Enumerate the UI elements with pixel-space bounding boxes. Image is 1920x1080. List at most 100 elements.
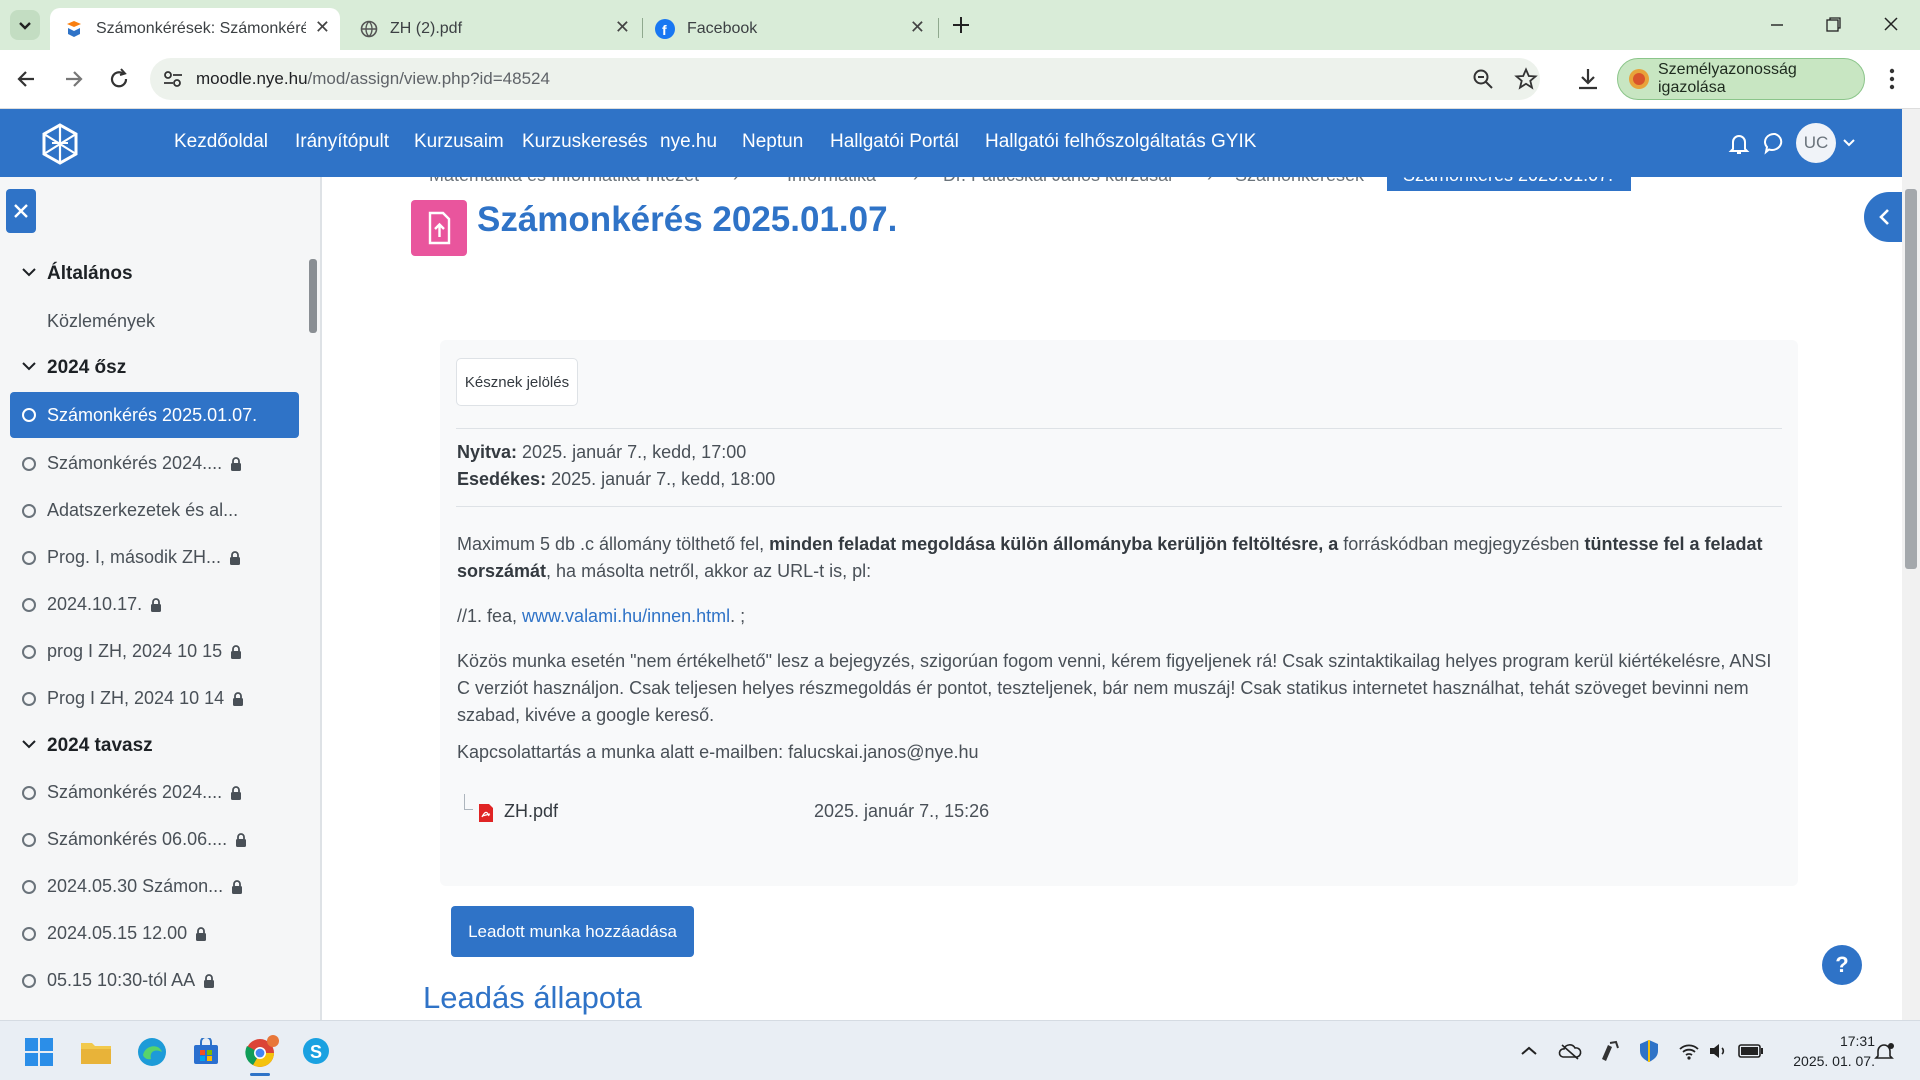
tab-zh-pdf[interactable]: ZH (2).pdf ✕ xyxy=(350,8,640,50)
windows-start-icon[interactable] xyxy=(25,1038,53,1066)
sidebar-item[interactable]: 05.15 10:30-tól AA xyxy=(22,970,282,994)
page-scroll-thumb[interactable] xyxy=(1905,189,1917,569)
sidebar-item-active[interactable]: Számonkérés 2025.01.07. xyxy=(10,392,299,438)
chrome-taskbar-icon[interactable] xyxy=(244,1035,280,1069)
sidebar-scroll-thumb[interactable] xyxy=(309,259,317,333)
sidebar-item[interactable]: prog I ZH, 2024 10 15 xyxy=(22,641,282,665)
nye-logo-icon[interactable] xyxy=(40,123,80,165)
section-toggle-icon[interactable] xyxy=(22,361,36,371)
completion-circle-icon xyxy=(22,645,36,659)
breadcrumb-separator-icon: › xyxy=(913,177,919,186)
tray-chevron-up-icon[interactable] xyxy=(1520,1045,1538,1057)
nav-link-neptun[interactable]: Neptun xyxy=(742,131,803,153)
skype-icon[interactable]: S xyxy=(302,1037,330,1065)
svg-text:f: f xyxy=(662,22,667,38)
profile-avatar-icon xyxy=(1628,68,1650,90)
address-bar[interactable]: moodle.nye.hu/mod/assign/view.php?id=485… xyxy=(150,58,1540,100)
download-icon[interactable] xyxy=(1575,66,1601,92)
minimize-button[interactable] xyxy=(1762,12,1792,38)
wifi-icon[interactable] xyxy=(1678,1041,1700,1061)
edge-browser-icon[interactable] xyxy=(137,1037,167,1067)
tab-search-button[interactable] xyxy=(10,10,40,40)
notification-center-icon[interactable] xyxy=(1874,1042,1896,1062)
onedrive-icon[interactable] xyxy=(1558,1041,1582,1061)
attachment-link[interactable]: ZH.pdf xyxy=(504,801,558,822)
identity-verification-button[interactable]: Személyazonosság igazolása xyxy=(1617,58,1865,100)
notifications-bell-icon[interactable] xyxy=(1728,131,1750,155)
microsoft-store-icon[interactable] xyxy=(192,1038,220,1066)
forward-button[interactable] xyxy=(58,64,88,94)
breadcrumb-item[interactable]: Matematika és Informatika Intézet xyxy=(429,177,699,186)
sidebar-item[interactable]: Számonkérés 06.06.... xyxy=(22,829,282,853)
completion-circle-icon xyxy=(22,833,36,847)
security-shield-icon[interactable] xyxy=(1638,1038,1660,1064)
close-tab-icon[interactable]: ✕ xyxy=(910,17,925,38)
close-tab-icon[interactable]: ✕ xyxy=(615,17,630,38)
zoom-icon[interactable] xyxy=(1472,68,1494,90)
section-toggle-icon[interactable] xyxy=(22,739,36,749)
sidebar-item[interactable]: 2024.05.15 12.00 xyxy=(22,923,282,947)
close-drawer-button[interactable] xyxy=(6,189,36,233)
nav-link-dashboard[interactable]: Irányítópult xyxy=(295,131,389,153)
opened-date: Nyitva: 2025. január 7., kedd, 17:00 xyxy=(457,439,746,466)
sidebar-item-label: prog I ZH, 2024 10 15 xyxy=(47,641,223,661)
sidebar-item[interactable]: Számonkérés 2024.... xyxy=(22,453,282,477)
main-content: Matematika és Informatika Intézet › Info… xyxy=(324,177,1902,1020)
section-toggle-icon[interactable] xyxy=(22,267,36,277)
sidebar-item[interactable]: 2024.05.30 Számon... xyxy=(22,876,282,900)
mark-as-done-button[interactable]: Késznek jelölés xyxy=(456,358,578,406)
close-tab-icon[interactable]: ✕ xyxy=(315,17,330,38)
bookmark-star-icon[interactable] xyxy=(1514,67,1538,91)
nav-link-student-portal[interactable]: Hallgatói Portál xyxy=(830,131,959,153)
sidebar-scrollbar[interactable] xyxy=(307,247,317,1020)
new-tab-button[interactable] xyxy=(948,12,974,38)
example-link[interactable]: www.valami.hu/innen.html xyxy=(522,606,730,626)
sidebar-item[interactable]: Számonkérés 2024.... xyxy=(22,782,282,806)
sidebar-item[interactable]: 2024.10.17. xyxy=(22,594,282,618)
description-text: . ; xyxy=(730,606,746,626)
nav-link-my-courses[interactable]: Kurzusaim xyxy=(414,131,504,153)
section-title-2024-spring[interactable]: 2024 tavasz xyxy=(47,735,153,757)
browser-menu-icon[interactable] xyxy=(1882,66,1902,92)
battery-icon[interactable] xyxy=(1738,1043,1764,1059)
help-button[interactable]: ? xyxy=(1822,945,1862,985)
course-index-drawer: Általános Közlemények 2024 ősz Számonkér… xyxy=(0,177,322,1020)
breadcrumb-item[interactable]: Informatika xyxy=(787,177,876,186)
back-button[interactable] xyxy=(12,64,42,94)
volume-icon[interactable] xyxy=(1708,1041,1730,1061)
taskbar-time[interactable]: 17:31 xyxy=(1815,1033,1875,1049)
nav-link-home[interactable]: Kezdőoldal xyxy=(174,131,268,153)
sidebar-item[interactable]: Prog. I, második ZH... xyxy=(22,547,282,571)
close-window-button[interactable] xyxy=(1876,12,1906,38)
sidebar-item-announcements[interactable]: Közlemények xyxy=(47,311,155,332)
taskbar-date[interactable]: 2025. 01. 07. xyxy=(1775,1053,1875,1069)
breadcrumb-item[interactable]: Számonkérések xyxy=(1235,177,1364,186)
open-block-drawer-button[interactable] xyxy=(1864,192,1902,242)
nav-link-course-search[interactable]: Kurzuskeresés xyxy=(522,131,648,153)
breadcrumb-item[interactable]: Dr. Falucskai János kurzusai xyxy=(943,177,1172,186)
section-title-general[interactable]: Általános xyxy=(47,263,133,285)
section-title-2024-fall[interactable]: 2024 ősz xyxy=(47,357,126,379)
pen-tablet-icon[interactable] xyxy=(1598,1039,1620,1063)
site-info-icon[interactable] xyxy=(162,69,184,89)
tab-title: ZH (2).pdf xyxy=(390,20,463,37)
sidebar-item-label: Számonkérés 06.06.... xyxy=(47,829,228,849)
sidebar-item-label: Adatszerkezetek és al... xyxy=(47,500,239,520)
tab-szamonkeresek[interactable]: Számonkérések: Számonkérés 2 ✕ xyxy=(50,8,340,50)
tab-facebook[interactable]: f Facebook ✕ xyxy=(645,8,935,50)
user-avatar[interactable]: UC xyxy=(1796,123,1836,163)
nav-link-nye[interactable]: nye.hu xyxy=(660,131,717,153)
taskbar: S 17:31 2025. 01. 07. xyxy=(0,1020,1920,1080)
sidebar-item[interactable]: Adatszerkezetek és al... xyxy=(22,500,282,524)
due-value: 2025. január 7., kedd, 18:00 xyxy=(551,469,776,489)
user-menu-chevron-icon[interactable] xyxy=(1842,137,1856,149)
messages-icon[interactable] xyxy=(1763,131,1787,155)
description-paragraph: Maximum 5 db .c állomány tölthető fel, m… xyxy=(457,531,1782,585)
sidebar-item[interactable]: Prog I ZH, 2024 10 14 xyxy=(22,688,282,712)
restore-button[interactable] xyxy=(1818,12,1848,38)
file-explorer-icon[interactable] xyxy=(80,1039,112,1065)
nav-link-cloud-faq[interactable]: Hallgatói felhőszolgáltatás GYIK xyxy=(985,131,1256,153)
reload-button[interactable] xyxy=(104,64,134,94)
add-submission-button[interactable]: Leadott munka hozzáadása xyxy=(451,906,694,957)
page-scrollbar[interactable] xyxy=(1902,109,1920,1020)
